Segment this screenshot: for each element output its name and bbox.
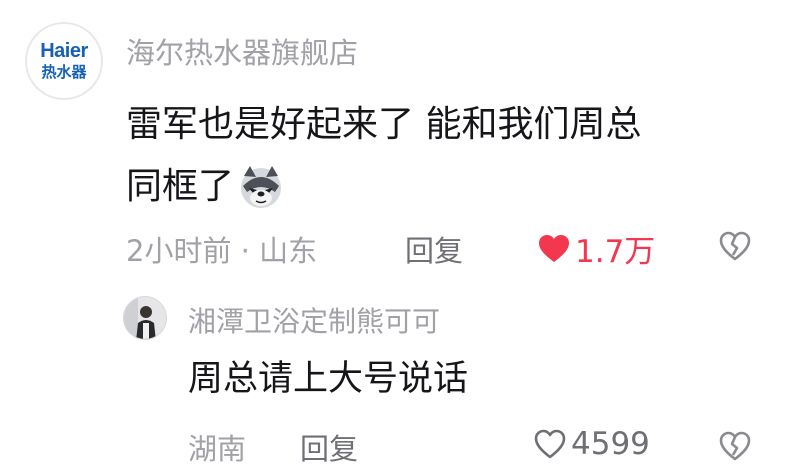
- avatar-sub-text: 热水器: [41, 63, 87, 81]
- comment-like-count: 1.7万: [575, 234, 656, 270]
- haier-avatar[interactable]: Haier 热水器: [25, 22, 103, 100]
- broken-heart-icon[interactable]: [718, 230, 752, 262]
- reply-text: 周总请上大号说话: [188, 359, 469, 399]
- comment-line-2: 同框了: [126, 156, 641, 218]
- reply-username[interactable]: 湘潭卫浴定制熊可可: [188, 300, 440, 340]
- person-photo-icon: [124, 297, 166, 339]
- comment-line-1: 雷军也是好起来了 能和我们周总: [126, 94, 641, 156]
- wolf-face-icon: [241, 166, 282, 208]
- heart-outline-icon: [534, 429, 566, 459]
- avatar-brand-text: Haier: [40, 40, 88, 62]
- reply-like-count: 4599: [571, 426, 650, 462]
- reply-reply-button[interactable]: 回复: [300, 426, 358, 468]
- comment-reply-button[interactable]: 回复: [405, 228, 463, 270]
- comment-text-line1: 雷军也是好起来了 能和我们周总: [126, 104, 642, 145]
- comment-text-line2: 同框了: [126, 166, 235, 207]
- comment-time-location: 2小时前 · 山东: [126, 234, 318, 268]
- comment-text: 雷军也是好起来了 能和我们周总 同框了: [126, 94, 641, 218]
- reply-like-button[interactable]: 4599: [533, 426, 650, 462]
- reply-user-avatar[interactable]: [123, 296, 167, 340]
- reply-location: 湖南: [188, 432, 247, 466]
- heart-filled-icon: [539, 234, 569, 262]
- comment-like-button[interactable]: 1.7万: [537, 226, 655, 271]
- broken-heart-icon[interactable]: [718, 430, 752, 462]
- comment-username[interactable]: 海尔热水器旗舰店: [126, 30, 358, 72]
